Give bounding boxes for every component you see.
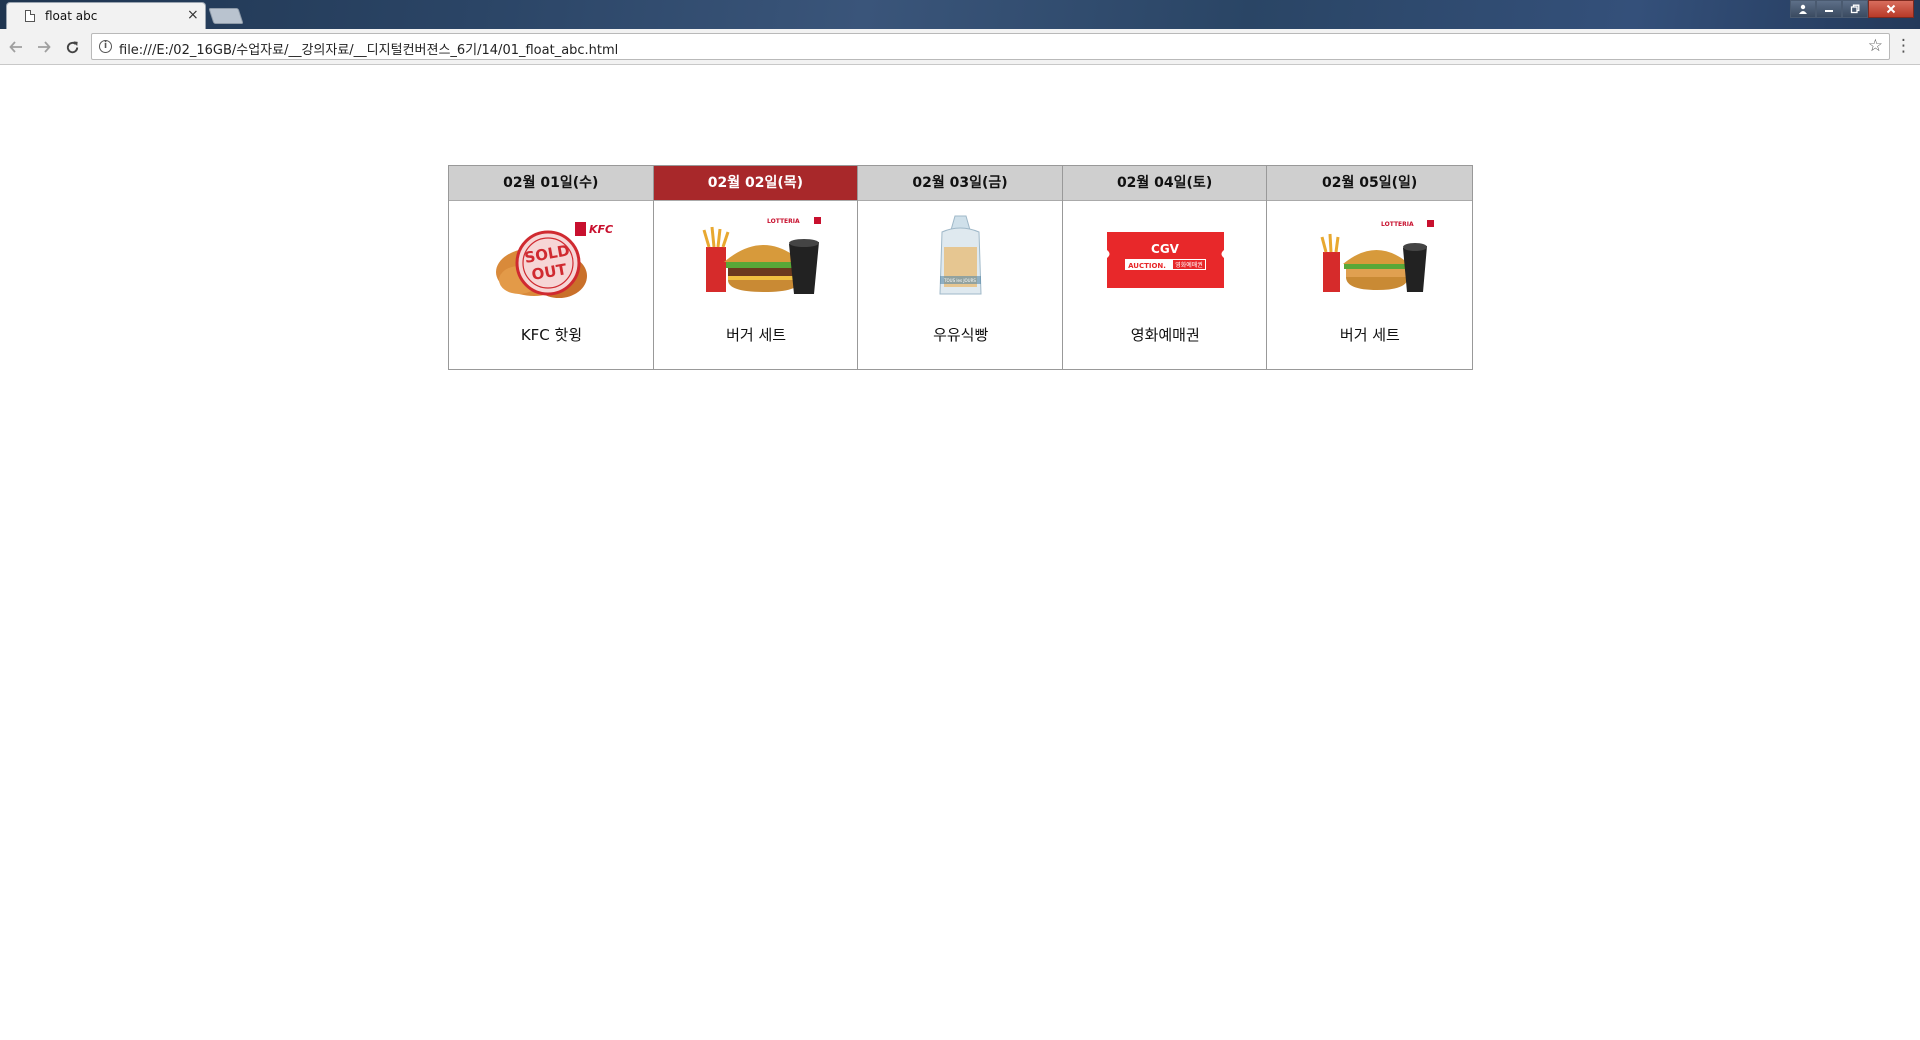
deal-name[interactable]: KFC 핫윙 (449, 324, 654, 345)
deal-item[interactable]: 02월 03일(금) TOUS les JOURS 우유식빵 (858, 166, 1063, 369)
restore-button[interactable] (1842, 0, 1868, 18)
forward-button[interactable] (32, 35, 56, 59)
deal-date[interactable]: 02월 05일(일) (1267, 166, 1472, 201)
page-content: 02월 01일(수) SOLD OUT KFC KFC 핫윙 02월 02일(목… (0, 66, 1920, 1040)
close-window-button[interactable] (1868, 0, 1914, 18)
tab-close-icon[interactable]: × (187, 7, 199, 23)
deal-name[interactable]: 버거 세트 (1267, 324, 1472, 345)
window-controls (1790, 0, 1914, 18)
lotteria-chicken-burger-set-image[interactable]: LOTTERIA (1267, 202, 1472, 317)
deal-date[interactable]: 02월 02일(목) (653, 166, 858, 201)
svg-text:LOTTERIA: LOTTERIA (767, 218, 800, 225)
svg-text:AUCTION.: AUCTION. (1128, 262, 1166, 270)
deal-list: 02월 01일(수) SOLD OUT KFC KFC 핫윙 02월 02일(목… (448, 165, 1473, 370)
minimize-button[interactable] (1816, 0, 1842, 18)
deal-name[interactable]: 영화예매권 (1063, 324, 1268, 345)
address-bar[interactable]: i file:///E:/02_16GB/수업자료/__강의자료/__디지털컨버… (91, 33, 1890, 60)
browser-menu-icon[interactable]: ⋮ (1895, 35, 1912, 57)
svg-text:TOUS les JOURS: TOUS les JOURS (943, 278, 976, 283)
deal-name[interactable]: 버거 세트 (654, 324, 859, 345)
cgv-ticket-image[interactable]: CGV AUCTION. 영화예매권 (1063, 202, 1268, 317)
browser-toolbar: i file:///E:/02_16GB/수업자료/__강의자료/__디지털컨버… (0, 29, 1920, 65)
tab-title: float abc (45, 9, 98, 23)
new-tab-button[interactable] (208, 8, 244, 24)
url-text[interactable]: file:///E:/02_16GB/수업자료/__강의자료/__디지털컨버젼스… (119, 39, 618, 58)
svg-text:CGV: CGV (1151, 242, 1180, 256)
lotteria-burger-set-image[interactable]: LOTTERIA (654, 202, 859, 317)
deal-date[interactable]: 02월 03일(금) (858, 166, 1062, 201)
deal-item[interactable]: 02월 02일(목) LOTTERIA 버거 세트 (653, 166, 859, 369)
reload-button[interactable] (60, 35, 84, 59)
document-icon (25, 10, 35, 22)
deal-date[interactable]: 02월 01일(수) (449, 166, 653, 201)
svg-text:영화예매권: 영화예매권 (1175, 261, 1203, 269)
deal-date[interactable]: 02월 04일(토) (1062, 166, 1267, 201)
info-icon[interactable]: i (99, 40, 112, 53)
bookmark-star-icon[interactable]: ☆ (1868, 36, 1883, 56)
back-button[interactable] (4, 35, 28, 59)
browser-titlebar: float abc × (0, 0, 1920, 30)
deal-name[interactable]: 우유식빵 (858, 324, 1063, 345)
svg-text:LOTTERIA: LOTTERIA (1381, 221, 1414, 228)
deal-item[interactable]: 02월 04일(토) CGV AUCTION. 영화예매권 영화예매권 (1062, 166, 1268, 369)
kfc-chicken-soldout-image[interactable]: SOLD OUT KFC (449, 202, 654, 317)
milk-bread-image[interactable]: TOUS les JOURS (858, 202, 1063, 317)
svg-text:KFC: KFC (589, 223, 613, 236)
deal-item[interactable]: 02월 01일(수) SOLD OUT KFC KFC 핫윙 (449, 166, 654, 369)
user-icon[interactable] (1790, 0, 1816, 18)
browser-tab[interactable]: float abc × (6, 2, 206, 30)
deal-item[interactable]: 02월 05일(일) LOTTERIA 버거 세트 (1267, 166, 1472, 369)
